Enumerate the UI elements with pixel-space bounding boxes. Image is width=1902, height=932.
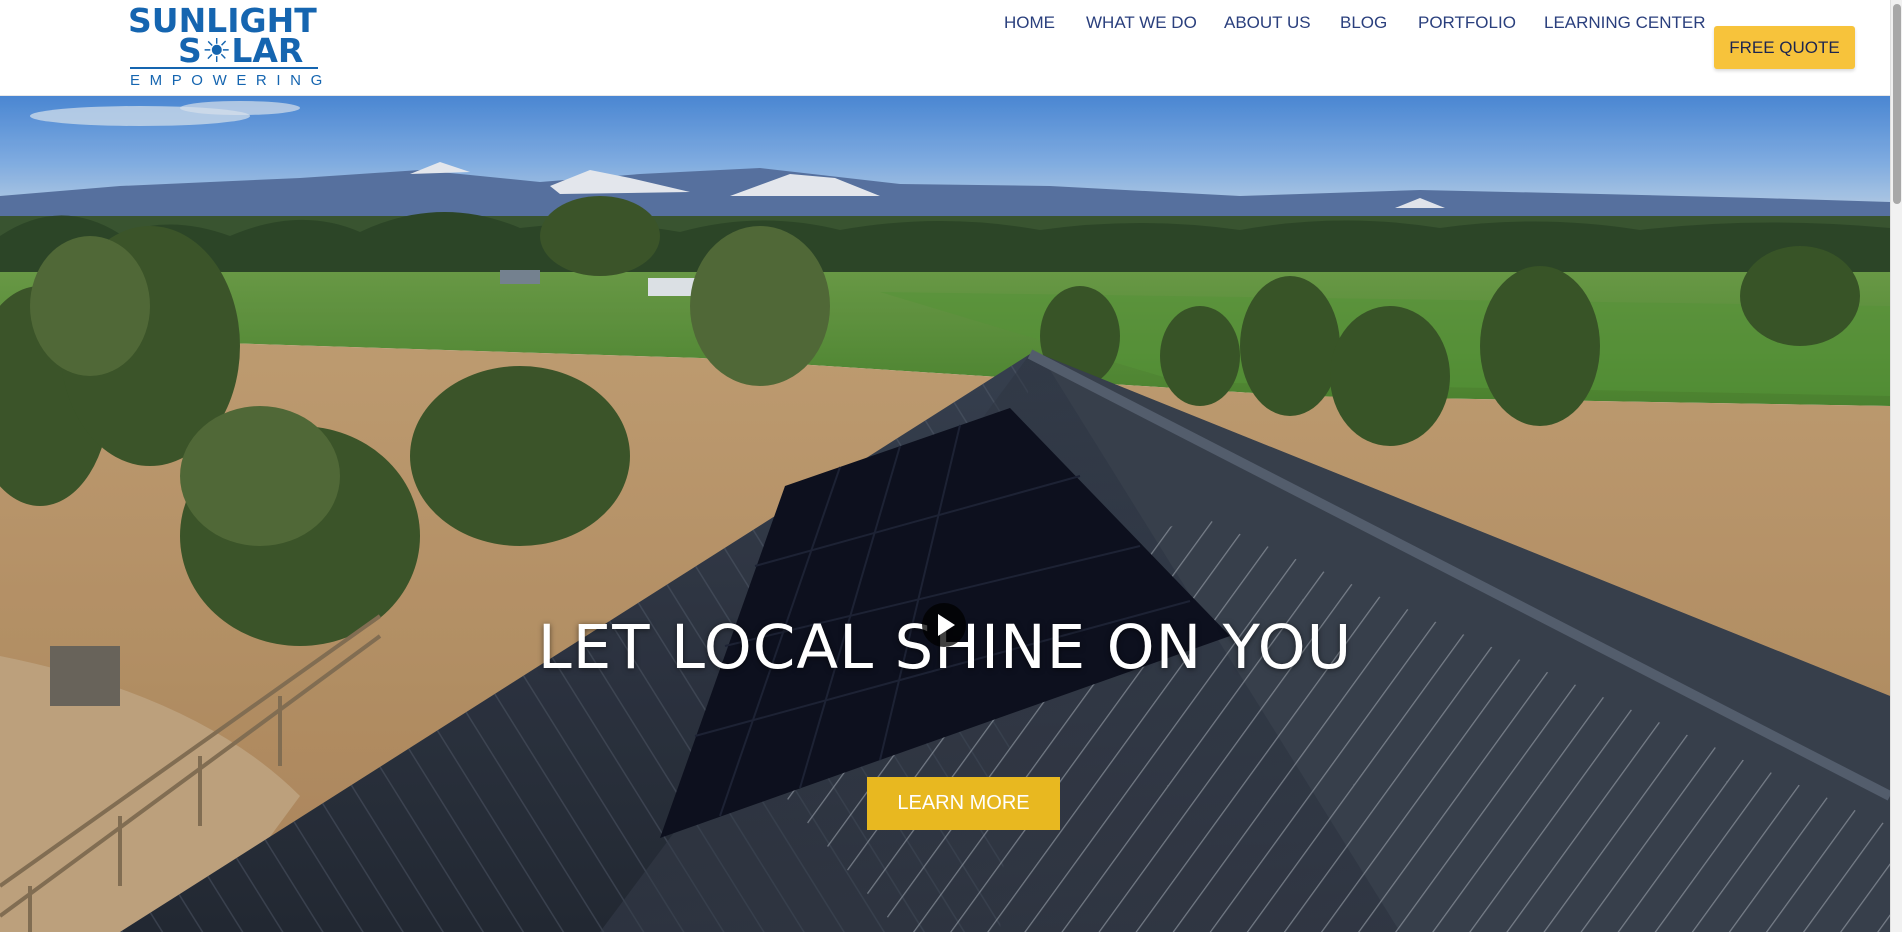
sunlight-solar-logo[interactable]: SUNLIGHT S☀LAR EMPOWERING — [128, 2, 322, 92]
nav-about-us[interactable]: ABOUT US — [1224, 13, 1311, 33]
nav-portfolio[interactable]: PORTFOLIO — [1418, 13, 1516, 33]
learn-more-button[interactable]: LEARN MORE — [867, 777, 1060, 830]
page-scrollbar[interactable] — [1890, 0, 1902, 932]
logo-wordmark-solar: S☀LAR — [178, 31, 304, 70]
free-quote-button[interactable]: FREE QUOTE — [1714, 26, 1855, 69]
video-play-icon[interactable] — [922, 603, 966, 647]
hero-banner: LET LOCAL SHINE ON YOU LEARN MORE — [0, 96, 1890, 932]
scrollbar-thumb[interactable] — [1893, 4, 1901, 204]
logo-divider — [130, 67, 318, 69]
site-header: SUNLIGHT S☀LAR EMPOWERING HOME WHAT WE D… — [0, 0, 1890, 96]
nav-learning-center[interactable]: LEARNING CENTER — [1544, 13, 1706, 33]
nav-what-we-do[interactable]: WHAT WE DO — [1086, 13, 1197, 33]
nav-home[interactable]: HOME — [1004, 13, 1055, 33]
logo-tagline: EMPOWERING — [130, 72, 332, 89]
nav-blog[interactable]: BLOG — [1340, 13, 1387, 33]
